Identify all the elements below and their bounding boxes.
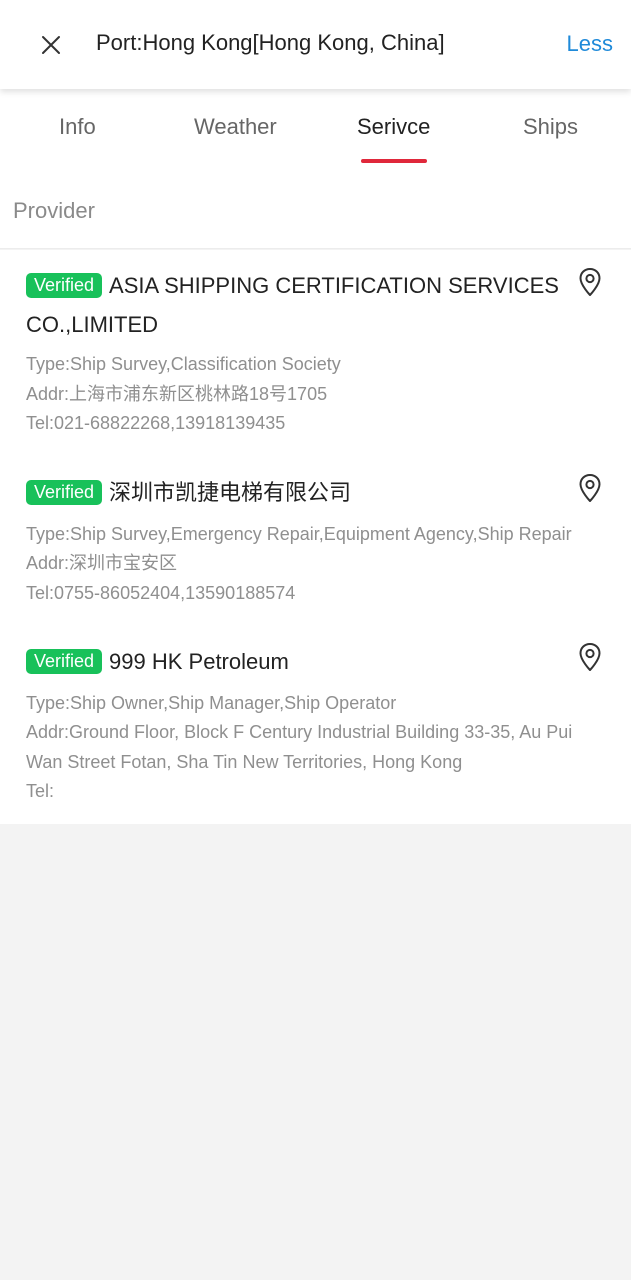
top-bar: Port:Hong Kong[Hong Kong, China] Less <box>0 0 631 89</box>
provider-name: Verified 999 HK Petroleum <box>26 642 571 681</box>
provider-type: Type:Ship Owner,Ship Manager,Ship Operat… <box>26 693 397 713</box>
section-title: Provider <box>13 198 95 223</box>
provider-item[interactable]: Verified ASIA SHIPPING CERTIFICATION SERV… <box>0 250 631 455</box>
provider-section-header: Provider <box>0 169 631 249</box>
close-button[interactable] <box>34 28 68 62</box>
location-pin-icon[interactable] <box>577 473 603 503</box>
tab-service[interactable]: Serivce <box>357 114 430 140</box>
provider-item[interactable]: Verified 深圳市凯捷电梯有限公司 Type:Ship Survey,Eme… <box>0 473 631 618</box>
verified-badge: Verified <box>26 273 103 298</box>
less-button[interactable]: Less <box>567 31 613 57</box>
provider-address: Addr:深圳市宝安区 <box>26 553 178 573</box>
provider-name-text: 深圳市凯捷电梯有限公司 <box>109 480 352 505</box>
provider-address: Addr:Ground Floor, Block F Century Indus… <box>26 722 573 772</box>
provider-tel: Tel:021-68822268,13918139435 <box>26 413 286 433</box>
provider-name: Verified 深圳市凯捷电梯有限公司 <box>26 473 571 512</box>
app-screen: Port:Hong Kong[Hong Kong, China] Less In… <box>0 0 631 1280</box>
provider-address: Addr:上海市浦东新区桃林路18号1705 <box>26 384 328 404</box>
verified-badge: Verified <box>26 480 103 505</box>
provider-tel: Tel: <box>26 781 55 801</box>
provider-name: Verified ASIA SHIPPING CERTIFICATION SERV… <box>26 266 571 344</box>
provider-type: Type:Ship Survey,Emergency Repair,Equipm… <box>26 524 572 544</box>
port-title: Port:Hong Kong[Hong Kong, China] <box>96 30 445 55</box>
verified-badge: Verified <box>26 649 103 674</box>
provider-name-text: ASIA SHIPPING CERTIFICATION SERVICES CO.… <box>26 273 559 337</box>
location-pin-icon[interactable] <box>577 267 603 297</box>
tab-ships[interactable]: Ships <box>523 114 578 140</box>
provider-list: Verified ASIA SHIPPING CERTIFICATION SERV… <box>0 250 631 824</box>
provider-name-text: 999 HK Petroleum <box>109 649 289 674</box>
close-icon <box>42 36 60 54</box>
tab-info[interactable]: Info <box>59 114 96 140</box>
provider-tel: Tel:0755-86052404,13590188574 <box>26 583 296 603</box>
provider-type: Type:Ship Survey,Classification Society <box>26 354 341 374</box>
tab-bar: Info Weather Serivce Ships <box>0 89 631 169</box>
location-pin-icon[interactable] <box>577 642 603 672</box>
active-tab-indicator <box>361 159 427 163</box>
provider-item[interactable]: Verified 999 HK Petroleum Type:Ship Owner… <box>0 642 631 812</box>
tab-weather[interactable]: Weather <box>194 114 277 140</box>
